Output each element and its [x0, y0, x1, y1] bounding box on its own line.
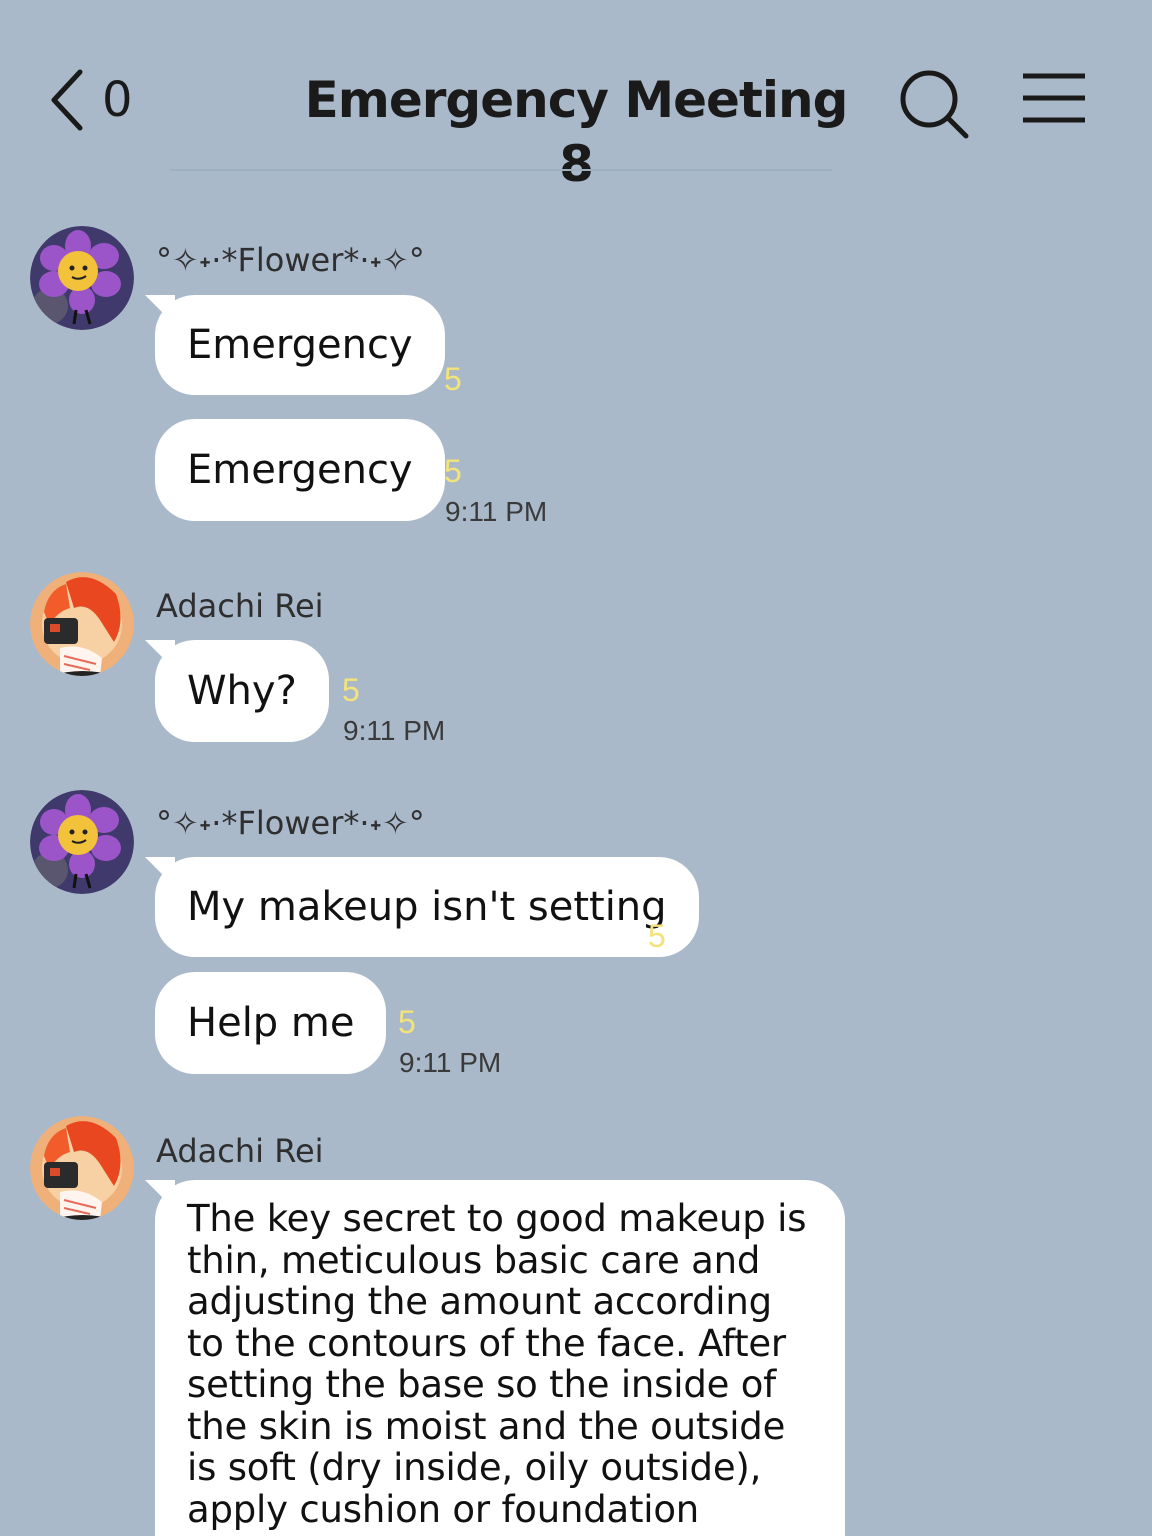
adachi-rei-avatar[interactable] [30, 1116, 134, 1220]
read-count: 5 [342, 672, 360, 708]
sender-name: °✧˖·*Flower*·˖✧° [156, 241, 425, 279]
message-bubble[interactable]: Emergency [155, 419, 445, 521]
flower-avatar[interactable] [30, 790, 134, 894]
chevron-left-icon [51, 69, 83, 131]
message-bubble[interactable]: Emergency [155, 295, 445, 395]
read-count: 5 [398, 1004, 416, 1040]
message-bubble[interactable]: The key secret to good makeup is thin, m… [155, 1180, 845, 1536]
chat-header: 0 Emergency Meeting 8 [0, 0, 1152, 193]
message-bubble[interactable]: Why? [155, 640, 329, 742]
menu-button[interactable] [1018, 70, 1090, 130]
sender-name: Adachi Rei [156, 1132, 324, 1170]
adachi-rei-avatar-icon [30, 1116, 134, 1220]
chat-title: Emergency Meeting 8 [304, 71, 849, 193]
message-timestamp: 9:11 PM [445, 496, 548, 527]
flower-avatar-icon [30, 226, 134, 330]
adachi-rei-avatar[interactable] [30, 572, 134, 676]
search-icon [900, 70, 969, 139]
message-timestamp: 9:11 PM [399, 1047, 502, 1078]
search-button[interactable] [896, 66, 972, 142]
unread-count: 0 [102, 72, 133, 128]
menu-icon [1023, 73, 1085, 123]
flower-avatar[interactable] [30, 226, 134, 330]
adachi-rei-avatar-icon [30, 572, 134, 676]
back-button[interactable]: 0 [44, 62, 154, 138]
flower-avatar-icon [30, 790, 134, 894]
message-bubble[interactable]: Help me [155, 972, 387, 1074]
read-count: 5 [444, 453, 462, 489]
message-bubble[interactable]: My makeup isn't setting [155, 857, 699, 957]
message-timestamp: 9:11 PM [343, 715, 446, 746]
header-divider [170, 169, 832, 171]
sender-name: °✧˖·*Flower*·˖✧° [156, 804, 425, 842]
read-count: 5 [444, 361, 462, 397]
read-count: 5 [648, 918, 666, 954]
sender-name: Adachi Rei [156, 587, 324, 625]
